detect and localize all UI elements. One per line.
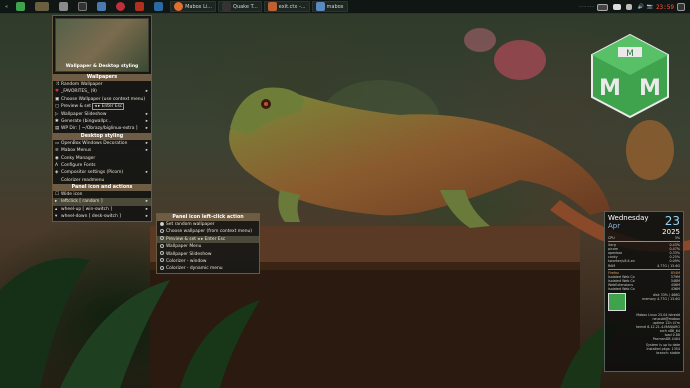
submenu-option[interactable]: Wallpaper Menu — [157, 243, 259, 250]
conky-icon: ◉ — [55, 155, 59, 161]
mabox-logo-icon: M M M — [591, 33, 669, 119]
menu-item-random-wallpaper[interactable]: ⤨ Random Wallpaper — [53, 81, 151, 88]
radio-icon — [160, 243, 164, 248]
conky-year: 2025 — [662, 228, 680, 236]
svg-text:M: M — [599, 76, 621, 101]
menu-item-favorites[interactable]: ♥ _FAVORITES_ (9) ▸ — [53, 88, 151, 95]
menu-item-wheel-down[interactable]: ▾ wheel-down [ desk-switch ] ▸ — [53, 213, 151, 220]
leftclick-action-submenu: Panel icon left-click action Set random … — [156, 213, 260, 274]
submenu-option[interactable]: Wallpaper Slideshow — [157, 251, 259, 258]
shuffle-icon: ⤨ — [55, 82, 59, 87]
section-wallpapers: Wallpapers — [53, 74, 151, 81]
menu-item-wheel-up[interactable]: ▴ wheel-up [ win-switch ] ▸ — [53, 206, 151, 213]
radio-icon — [160, 251, 164, 256]
taskbar-item[interactable]: exit.ctx -... — [263, 1, 310, 12]
wheel-down-icon: ▾ — [55, 214, 58, 220]
clock[interactable]: 23:59 — [656, 4, 674, 11]
submenu-option[interactable]: Colorizer - window — [157, 258, 259, 265]
files-icon[interactable] — [94, 1, 111, 12]
network-icon[interactable] — [626, 4, 633, 10]
conky-widget: Wednesday Apr 23 2025 CPU 3% Xorg 0.43% pi… — [604, 211, 684, 372]
menu-item-conky-manager[interactable]: ◉ Conky Manager — [53, 155, 151, 162]
slideshow-icon: ▷ — [55, 111, 59, 117]
radio-selected-icon — [160, 221, 164, 226]
conky-footer-line: branch: stable — [656, 351, 680, 355]
menu-item-choose-wallpaper[interactable]: ▣ Choose Wallpaper (use context menu) — [53, 96, 151, 103]
menu-item-wide-icon[interactable]: ☐ Wide icon — [53, 191, 151, 198]
mouse-icon: ▸ — [55, 199, 58, 205]
terminal-icon[interactable] — [75, 1, 92, 12]
conky-ram-bar — [608, 269, 680, 270]
checkbox-icon: ☐ — [55, 192, 59, 198]
folder-icon: ▤ — [55, 126, 60, 132]
radio-icon — [160, 258, 164, 263]
submenu-option[interactable]: Choose wallpaper (from context menu) — [157, 228, 259, 235]
compositor-icon: ◈ — [55, 170, 59, 176]
menu-item-generate[interactable]: ✱ Generate (bingwallpr... ▸ — [53, 118, 151, 125]
taskbar-item[interactable]: Quake T... — [218, 1, 262, 12]
conky-day: 23 — [664, 214, 680, 228]
display-icon[interactable] — [597, 3, 609, 11]
menu-icon: ≡ — [55, 148, 59, 154]
panel-separator-dots: ·········· — [578, 4, 595, 10]
svg-text:M: M — [639, 76, 661, 101]
conky-cpu-row: CPU 3% — [608, 236, 680, 240]
menu-item-configure-fonts[interactable]: A Configure Fonts — [53, 162, 151, 169]
app-icon-2[interactable] — [132, 1, 149, 12]
wallpaper-thumb-icon[interactable] — [32, 1, 54, 12]
submenu-title: Panel icon left-click action — [157, 214, 259, 221]
screen-icon[interactable] — [613, 4, 622, 10]
thumbnail-caption: Wallpaper & Desktop styling — [65, 64, 139, 69]
menu-item-mabox-menus[interactable]: ≡ Mabox Menus ▸ — [53, 147, 151, 154]
conky-ram-row: RAM 4.77G / 15.6G — [608, 264, 680, 268]
taskbar-item[interactable]: mabox — [311, 1, 348, 12]
conky-mem-row: Isolated Web Co 436M — [608, 287, 680, 291]
preview-icon: ▢ — [55, 104, 60, 110]
conky-sys-line: PacmanDB 4404 — [652, 337, 680, 341]
wallpaper-preview-thumbnail[interactable]: Wallpaper & Desktop styling — [55, 18, 149, 72]
conky-weekday: Wednesday — [608, 214, 649, 222]
generate-icon: ✱ — [55, 118, 59, 124]
submenu-option[interactable]: Colorizer - dynamic menu — [157, 265, 259, 272]
wallpaper-menu: Wallpaper & Desktop styling Wallpapers ⤨… — [52, 15, 152, 222]
image-icon: ▣ — [55, 96, 60, 102]
cherry-icon[interactable] — [113, 1, 130, 12]
radio-icon — [160, 236, 164, 241]
screenshot-icon[interactable]: 📷 — [647, 4, 653, 10]
taskbar-item[interactable]: Mabox Li... — [170, 1, 217, 12]
radio-icon — [160, 265, 164, 270]
volume-icon[interactable]: 🔊 — [637, 4, 643, 10]
conky-memory: memory 4.77G / 15.6G — [642, 297, 680, 301]
section-desktop-styling: Desktop styling — [53, 132, 151, 140]
menu-item-wp-dir[interactable]: ▤ WP Dir: [ ~/Obrazy/biglinux-extra ] ▸ — [53, 125, 151, 132]
menu-item-leftclick[interactable]: ▸ leftclick [ random ] ▸ — [53, 198, 151, 206]
section-panel-icon: Panel icon and actions — [53, 184, 151, 192]
conky-month: Apr — [608, 222, 621, 230]
menu-item-slideshow[interactable]: ▷ Wallpaper Slideshow ▸ — [53, 111, 151, 118]
menu-item-colorizer[interactable]: Colorizer readmenu — [53, 177, 151, 184]
menu-item-preview-set[interactable]: ▢ Preview & set ◂ ▸ Enter Esc — [53, 103, 151, 111]
menu-item-compositor[interactable]: ◈ Compositor settings (Picom) ▸ — [53, 169, 151, 176]
window-icon: ▭ — [55, 140, 60, 146]
panel-menu-button[interactable]: « — [2, 1, 11, 12]
mabox-menu-icon[interactable] — [13, 1, 30, 12]
svg-text:M: M — [626, 49, 634, 59]
submenu-option[interactable]: Preview & set ◂ ▸ Enter Esc — [157, 235, 259, 244]
submenu-option[interactable]: Set random wallpaper — [157, 221, 259, 228]
top-panel: « Mabox Li... Quake T... exit.ctx -... m… — [0, 0, 690, 14]
system-tray: ·········· 🔊 📷 23:59 — [579, 0, 690, 14]
app-icon-3[interactable] — [151, 1, 168, 12]
conky-proc-row: kworker/u8:4-ev 0.09% — [608, 259, 680, 263]
app-icon-1[interactable] — [56, 1, 73, 12]
wheel-up-icon: ▴ — [55, 206, 58, 212]
heart-icon: ♥ — [55, 89, 59, 95]
conky-cpu-bar — [608, 241, 680, 242]
radio-icon — [160, 228, 164, 233]
mabox-small-logo-icon — [608, 293, 626, 311]
menu-item-openbox-decoration[interactable]: ▭ OpenBox Windows Decoration ▸ — [53, 140, 151, 147]
font-icon: A — [55, 162, 59, 168]
exit-icon[interactable] — [677, 3, 685, 11]
